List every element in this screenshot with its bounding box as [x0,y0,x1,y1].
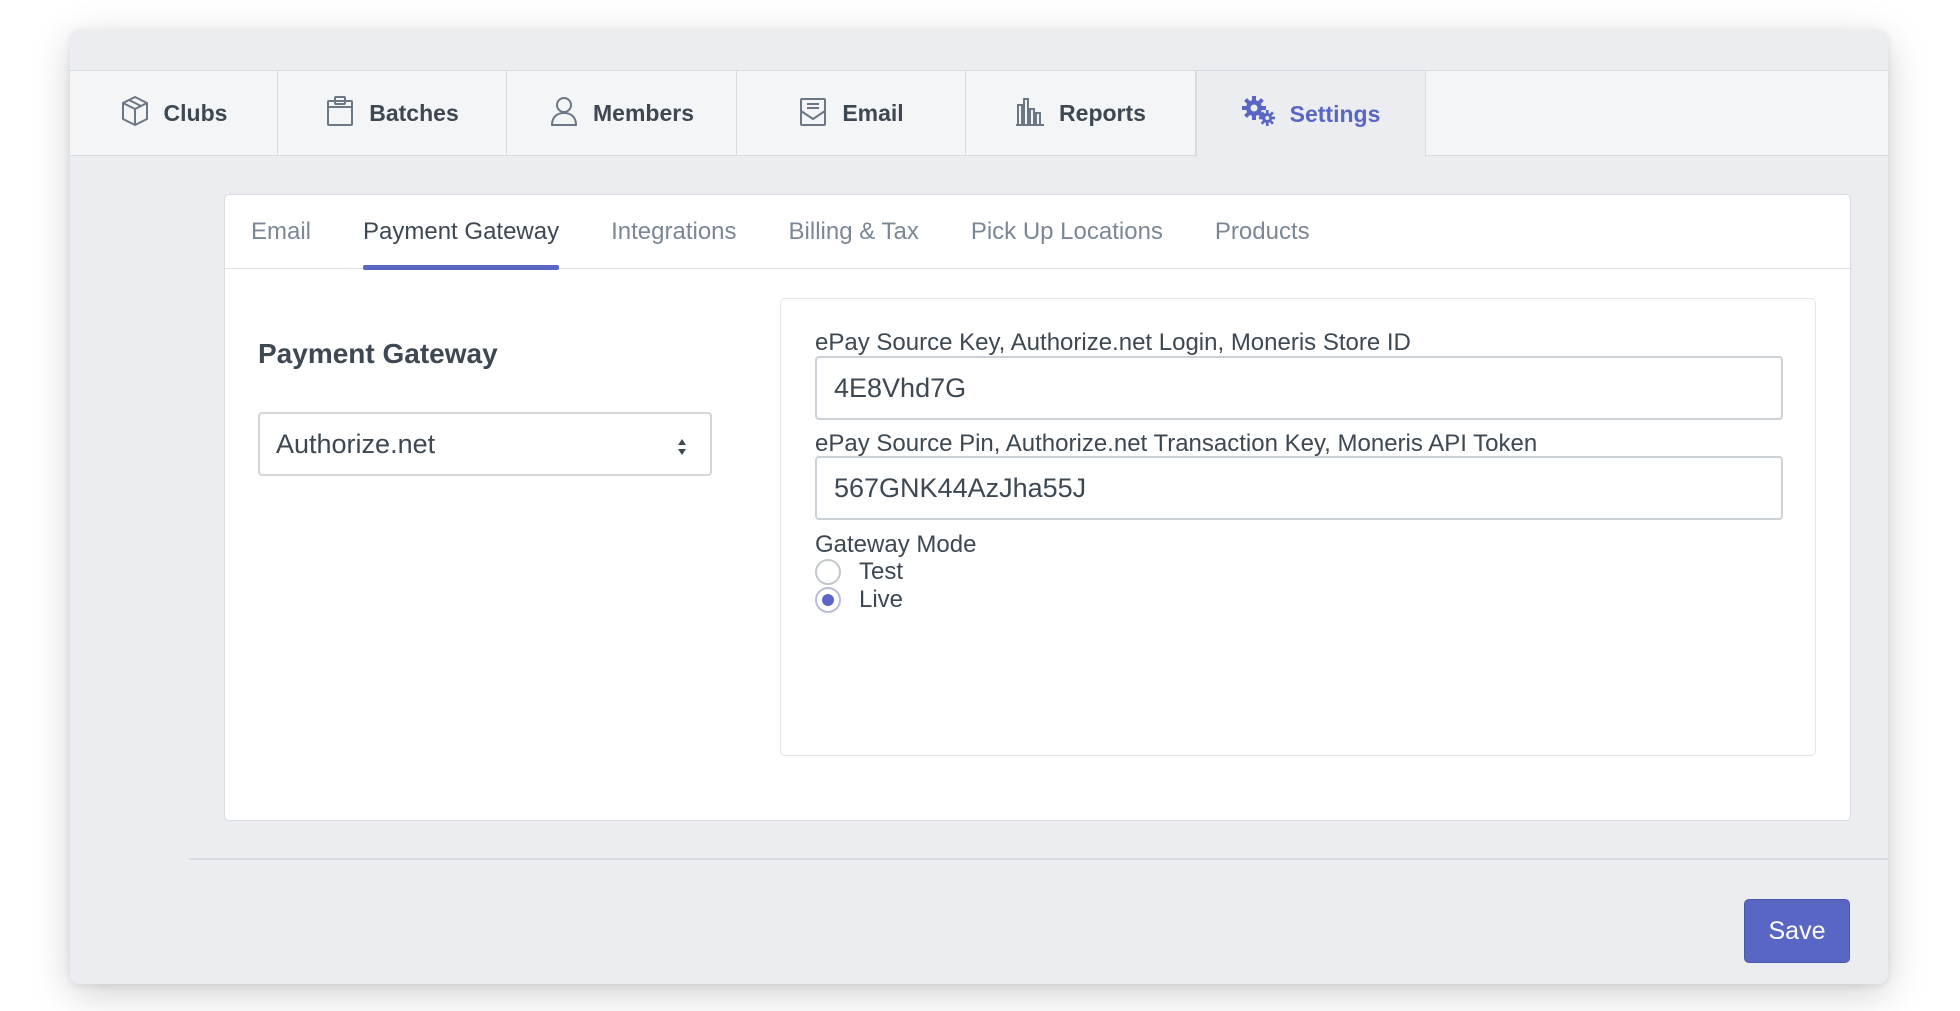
envelope-icon [798,95,828,133]
mode-option-test[interactable]: Test [815,558,903,586]
radio-live-dot [822,594,834,606]
subtab-payment-gateway[interactable]: Payment Gateway [363,195,560,270]
footer-divider [189,858,1888,860]
nav-label-members: Members [593,100,694,126]
nav-label-email: Email [842,100,904,126]
subtab-pick-up-locations[interactable]: Pick Up Locations [971,195,1163,269]
nav-item-batches[interactable]: Batches [278,71,507,156]
nav-item-email[interactable]: Email [737,71,966,156]
subtab-billing-tax[interactable]: Billing & Tax [789,195,919,269]
section-title: Payment Gateway [258,338,498,369]
nav-item-members[interactable]: Members [507,71,737,156]
gateway-mode-label: Gateway Mode [815,531,977,558]
save-button[interactable]: Save [1744,899,1850,963]
source-pin-input[interactable] [815,456,1783,520]
nav-item-reports[interactable]: Reports [966,71,1196,156]
nav-label-clubs: Clubs [163,100,228,126]
user-icon [549,95,579,133]
subtab-email[interactable]: Email [251,195,311,269]
radio-test[interactable] [815,559,841,585]
gateway-select-value: Authorize.net [276,428,436,459]
nav-label-batches: Batches [369,100,459,126]
settings-subtabs: Email Payment Gateway Integrations Billi… [225,195,1850,270]
source-key-input[interactable] [815,356,1783,420]
clipboard-icon [325,95,355,133]
nav-item-clubs[interactable]: Clubs [70,71,278,156]
gateway-credentials-panel: ePay Source Key, Authorize.net Login, Mo… [780,298,1816,756]
cube-icon [120,95,150,133]
bar-chart-icon [1015,95,1045,133]
source-key-label: ePay Source Key, Authorize.net Login, Mo… [815,329,1411,356]
top-navigation: Clubs Batches Members Email Reports Sett… [70,70,1888,157]
settings-card: Email Payment Gateway Integrations Billi… [224,194,1851,821]
subtab-products[interactable]: Products [1215,195,1310,269]
radio-live[interactable] [815,587,841,613]
select-arrows-icon [676,434,688,456]
source-pin-label: ePay Source Pin, Authorize.net Transacti… [815,430,1538,457]
gateway-select[interactable]: Authorize.net [258,412,712,476]
subtab-integrations[interactable]: Integrations [611,195,736,269]
app-window: Clubs Batches Members Email Reports Sett… [70,30,1888,984]
mode-option-live[interactable]: Live [815,586,903,614]
gears-icon [1241,95,1276,133]
radio-live-label: Live [859,586,904,613]
nav-label-reports: Reports [1059,100,1146,126]
radio-test-label: Test [859,558,904,585]
nav-label-settings: Settings [1289,100,1381,127]
nav-item-settings[interactable]: Settings [1196,71,1426,157]
